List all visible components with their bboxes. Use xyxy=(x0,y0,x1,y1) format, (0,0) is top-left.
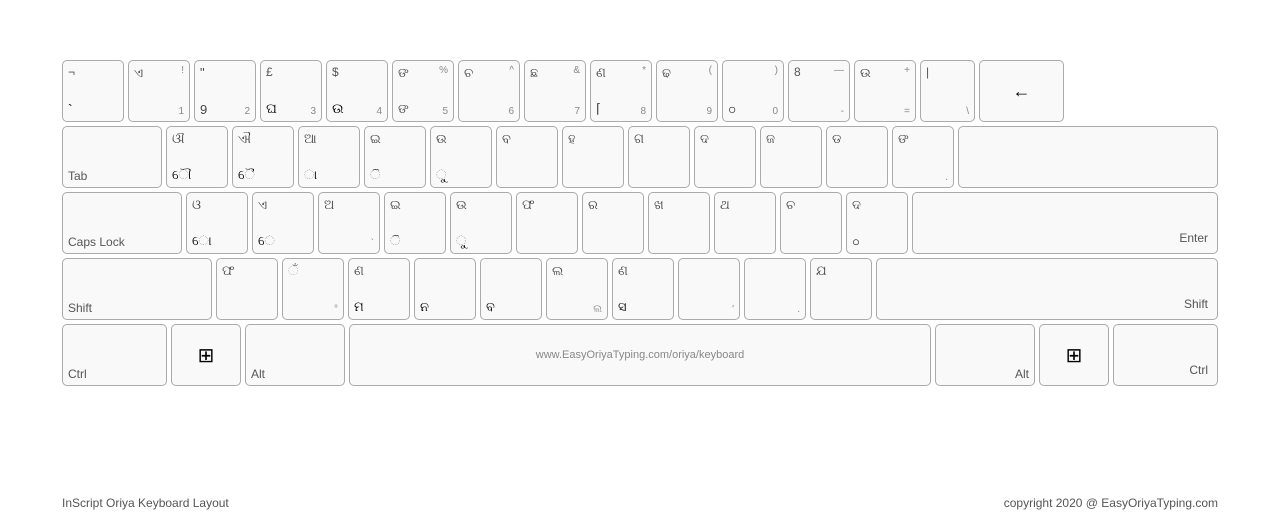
ctrl-right-label: Ctrl xyxy=(1185,359,1212,381)
shift-left-label: Shift xyxy=(68,301,92,315)
key-q[interactable]: ଔ ୌ xyxy=(166,126,228,188)
row-bottom: Ctrl ⊞ Alt www.EasyOriyaTyping.com/oriya… xyxy=(62,324,1218,386)
key-ctrl-left[interactable]: Ctrl xyxy=(62,324,167,386)
key-alt-right[interactable]: Alt xyxy=(935,324,1035,386)
tab-label: Tab xyxy=(68,169,87,183)
key-5[interactable]: ଙ% ଙ5 xyxy=(392,60,454,122)
shift-right-label: Shift xyxy=(1180,293,1212,315)
key-b[interactable]: ବ xyxy=(480,258,542,320)
key-bracket-right[interactable]: ଙ . xyxy=(892,126,954,188)
key-win-left[interactable]: ⊞ xyxy=(171,324,241,386)
key-backslash[interactable]: | \ xyxy=(920,60,975,122)
key-0[interactable]: ) ○0 xyxy=(722,60,784,122)
enter-label: Enter xyxy=(1175,227,1212,249)
key-caps-lock[interactable]: Caps Lock xyxy=(62,192,182,254)
key-u[interactable]: ହ xyxy=(562,126,624,188)
key-v[interactable]: ନ xyxy=(414,258,476,320)
key-space[interactable]: www.EasyOriyaTyping.com/oriya/keyboard xyxy=(349,324,931,386)
caps-lock-label: Caps Lock xyxy=(68,235,125,249)
key-t[interactable]: ଉ ୁ xyxy=(430,126,492,188)
key-2[interactable]: " 92 xyxy=(194,60,256,122)
key-d[interactable]: ଅ ‍` xyxy=(318,192,380,254)
key-r[interactable]: ଇ ି xyxy=(364,126,426,188)
row-shift: Shift ଫ ଁ ° ଣ ମ ନ xyxy=(62,258,1218,320)
key-k[interactable]: ଖ xyxy=(648,192,710,254)
key-c[interactable]: ଣ ମ xyxy=(348,258,410,320)
key-i[interactable]: ଗ xyxy=(628,126,690,188)
key-backspace[interactable]: ← xyxy=(979,60,1064,122)
key-enter[interactable]: Enter xyxy=(912,192,1218,254)
key-slash[interactable]: ଯ xyxy=(810,258,872,320)
key-ctrl-right[interactable]: Ctrl xyxy=(1113,324,1218,386)
key-alt-left[interactable]: Alt xyxy=(245,324,345,386)
win-right-icon: ⊞ xyxy=(1066,343,1083,368)
key-n[interactable]: ଲ ଲ xyxy=(546,258,608,320)
keyboard: ¬ ` ଏ! 1 " 92 £ ଘ3 $ ଉ4 xyxy=(62,60,1218,390)
key-8[interactable]: ଣ* ⌈8 xyxy=(590,60,652,122)
row-qwerty: Tab ଔ ୌ ଐ ୈ ଆ ା ଇ ି xyxy=(62,126,1218,188)
key-win-right[interactable]: ⊞ xyxy=(1039,324,1109,386)
key-shift-left[interactable]: Shift xyxy=(62,258,212,320)
key-a[interactable]: ଓ ୋ xyxy=(186,192,248,254)
key-o[interactable]: ଦ xyxy=(694,126,756,188)
key-m[interactable]: ଣ ସ xyxy=(612,258,674,320)
key-y[interactable]: ବ xyxy=(496,126,558,188)
key-l[interactable]: ଥ xyxy=(714,192,776,254)
key-tab[interactable]: Tab xyxy=(62,126,162,188)
key-period[interactable]: . xyxy=(744,258,806,320)
alt-left-label: Alt xyxy=(251,367,265,381)
key-3[interactable]: £ ଘ3 xyxy=(260,60,322,122)
key-quote[interactable]: ଦ ○ xyxy=(846,192,908,254)
key-p[interactable]: ଜ xyxy=(760,126,822,188)
key-minus[interactable]: 8— - xyxy=(788,60,850,122)
key-e[interactable]: ଆ ା xyxy=(298,126,360,188)
footer: InScript Oriya Keyboard Layout copyright… xyxy=(62,496,1218,510)
key-j[interactable]: ର xyxy=(582,192,644,254)
key-9[interactable]: ଢ( 9 xyxy=(656,60,718,122)
space-url: www.EasyOriyaTyping.com/oriya/keyboard xyxy=(536,349,744,361)
win-left-icon: ⊞ xyxy=(198,343,215,368)
key-z[interactable]: ଫ xyxy=(216,258,278,320)
key-h[interactable]: ଫ xyxy=(516,192,578,254)
key-semicolon[interactable]: ଚ xyxy=(780,192,842,254)
key-4[interactable]: $ ଉ4 xyxy=(326,60,388,122)
row-asdf: Caps Lock ଓ ୋ ଏ େ ଅ ‍` ଇ ି xyxy=(62,192,1218,254)
key-enter-top[interactable] xyxy=(958,126,1218,188)
key-f[interactable]: ଇ ି xyxy=(384,192,446,254)
key-g[interactable]: ଉ ୁ xyxy=(450,192,512,254)
ctrl-left-label: Ctrl xyxy=(68,367,87,381)
footer-left: InScript Oriya Keyboard Layout xyxy=(62,496,229,510)
key-x[interactable]: ଁ ° xyxy=(282,258,344,320)
key-comma[interactable]: ' xyxy=(678,258,740,320)
key-s[interactable]: ଏ େ xyxy=(252,192,314,254)
alt-right-label: Alt xyxy=(1015,367,1029,381)
key-6[interactable]: ଚ^ 6 xyxy=(458,60,520,122)
key-shift-right[interactable]: Shift xyxy=(876,258,1218,320)
key-1[interactable]: ଏ! 1 xyxy=(128,60,190,122)
row-numbers: ¬ ` ଏ! 1 " 92 £ ଘ3 $ ଉ4 xyxy=(62,60,1218,122)
key-bracket-left[interactable]: ଡ xyxy=(826,126,888,188)
key-equals[interactable]: ଉ+ = xyxy=(854,60,916,122)
key-backtick[interactable]: ¬ ` xyxy=(62,60,124,122)
backspace-arrow-icon: ← xyxy=(985,65,1058,117)
key-w[interactable]: ଐ ୈ xyxy=(232,126,294,188)
footer-right: copyright 2020 @ EasyOriyaTyping.com xyxy=(1004,496,1218,510)
key-7[interactable]: ଛ& 7 xyxy=(524,60,586,122)
